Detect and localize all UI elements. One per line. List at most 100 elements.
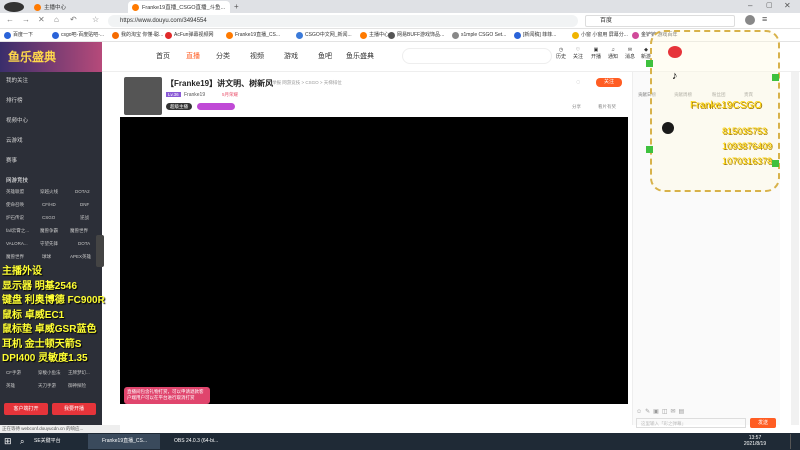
home-icon[interactable]: ⌂	[54, 15, 59, 24]
tab-creator-center[interactable]: 主播中心	[30, 1, 125, 13]
bookmark-item[interactable]: [新闻稿] 菲菲...	[514, 31, 556, 40]
profile-avatar[interactable]	[4, 2, 24, 12]
search-box[interactable]: 百度	[585, 15, 735, 27]
history-button[interactable]: ◷ 历史	[555, 47, 567, 60]
sidebar-section-title: 网游竞技	[6, 178, 29, 184]
nav-video[interactable]: 视频	[250, 51, 264, 61]
bookmark-item[interactable]: CSGO中文网_新闻...	[296, 31, 352, 40]
game-link[interactable]: 英雄	[6, 383, 15, 389]
undo-icon[interactable]: ↶	[70, 15, 77, 24]
sidebar-item-esports[interactable]: 赛事	[6, 156, 17, 164]
game-link[interactable]: DOTA2	[75, 189, 90, 194]
game-link[interactable]: 使命召唤	[6, 202, 24, 208]
streamer-avatar[interactable]	[124, 77, 162, 115]
taskbar-clock[interactable]: 13:57 2021/8/19	[740, 435, 770, 447]
windows-start-icon[interactable]: ⊞	[4, 436, 12, 447]
nav-live[interactable]: 直播	[186, 51, 200, 61]
sidebar-item-ranking[interactable]: 排行榜	[6, 96, 23, 104]
share-button[interactable]: 分享	[572, 104, 581, 110]
taskbar-app-browser[interactable]: Franke19直播_CS...	[88, 434, 160, 449]
game-link[interactable]: CSGO	[42, 215, 55, 220]
fan-badge-button[interactable]	[197, 103, 235, 110]
reward-button[interactable]: 看片有奖	[598, 104, 616, 110]
new-tab-icon[interactable]: +	[234, 2, 239, 11]
game-link[interactable]: 球球	[42, 254, 51, 260]
bookmark-item[interactable]: 网易BUFF游戏饰品...	[388, 31, 444, 40]
bookmark-item[interactable]: AcFun弹幕视频网	[165, 31, 213, 40]
nav-fishbar[interactable]: 鱼吧	[318, 51, 332, 61]
overlay-line: 主播外设	[2, 266, 42, 277]
reload-icon[interactable]: ✕	[38, 15, 45, 24]
nav-category[interactable]: 分类	[216, 51, 230, 61]
status-bar: 正在等待 webconf.douyucdn.cn 的响应...	[0, 425, 120, 433]
taskbar-app-obs[interactable]: OBS 24.0.3 (64-bi...	[164, 434, 234, 449]
game-link[interactable]: VALORA...	[6, 241, 28, 246]
nav-festival[interactable]: 鱼乐盛典	[346, 51, 374, 61]
bookmark-item[interactable]: s1mple CSGO Set...	[452, 31, 506, 40]
share-dropdown-icon[interactable]: ◌	[576, 79, 580, 86]
sidebar-item-video[interactable]: 视频中心	[6, 116, 28, 124]
streamer-name[interactable]: Franke19	[184, 92, 205, 98]
forward-icon[interactable]: →	[22, 15, 30, 24]
scrollbar[interactable]	[791, 72, 799, 425]
game-link[interactable]: 炉石传说	[6, 215, 24, 221]
game-link[interactable]: DNF	[80, 202, 89, 207]
chat-toolbar-icons[interactable]: ☺✎▣◫✉▤	[636, 408, 687, 415]
show-desktop-button[interactable]	[790, 434, 800, 449]
bookmark-item[interactable]: csgo吧-百度贴吧-...	[52, 31, 104, 40]
video-player[interactable]	[120, 117, 628, 404]
game-link[interactable]: CF/HD	[42, 202, 56, 207]
vip-badge[interactable]: 超级主播	[166, 103, 192, 110]
bookmark-item[interactable]: 小窗 小窗用 屏幕分...	[572, 31, 628, 40]
qq-group-2: 1093876409	[722, 141, 773, 151]
sidebar-collapse-handle[interactable]	[96, 235, 104, 267]
star-icon[interactable]: ☆	[92, 15, 99, 24]
menu-icon[interactable]: ≡	[762, 14, 767, 24]
send-button[interactable]: 发送	[750, 418, 776, 428]
game-link[interactable]: CF手游	[6, 370, 21, 376]
refund-notice[interactable]: 直播间包含礼物打赏，可以申请退款客户端用户可以在平台进行取消打赏	[124, 387, 210, 404]
close-icon[interactable]: ✕	[784, 1, 791, 10]
broadcast-button[interactable]: ▣ 开播	[590, 47, 602, 60]
bookmark-item[interactable]: 我的淘宝 你懂-聪...	[112, 31, 163, 40]
start-broadcast-button[interactable]: 我要开播	[52, 403, 96, 415]
bookmark-item[interactable]: 百度一下	[4, 31, 33, 40]
room-title: 【Franke19】讲文明、树新风	[166, 79, 274, 88]
game-link[interactable]: fall云霄之...	[6, 228, 29, 234]
notify-button[interactable]: ♫ 通知	[607, 47, 619, 60]
open-client-button[interactable]: 客户端打开	[4, 403, 48, 415]
back-icon[interactable]: ←	[6, 15, 14, 24]
game-link[interactable]: APEX英雄	[70, 254, 91, 260]
game-link[interactable]: 天刀手游	[38, 383, 56, 389]
follow-nav-button[interactable]: ♡ 关注	[572, 47, 584, 60]
game-link[interactable]: 魔兽世界	[6, 254, 24, 260]
game-link[interactable]: 穿梭小鱼法	[38, 370, 61, 376]
game-link[interactable]: 穿越火线	[40, 189, 58, 195]
user-icon[interactable]	[745, 15, 755, 25]
chat-input[interactable]: 这里输入「彩之弹幕」	[636, 418, 746, 428]
game-link[interactable]: 魔兽世界	[70, 228, 88, 234]
game-link[interactable]: 逆战	[80, 215, 89, 221]
game-link[interactable]: 英雄联盟	[6, 189, 24, 195]
follow-button[interactable]: 关注	[596, 78, 622, 87]
game-link[interactable]: 守望先锋	[40, 241, 58, 247]
game-link[interactable]: 王牌梦幻...	[68, 370, 90, 376]
site-search-input[interactable]	[402, 48, 552, 64]
game-link[interactable]: 魔兽争霸	[40, 228, 58, 234]
site-logo[interactable]: 鱼乐盛典	[0, 42, 102, 72]
maximize-icon[interactable]: ▢	[766, 1, 773, 9]
breadcrumb[interactable]: 举报 网游竞技 > CSGO > 天梯排位	[272, 80, 342, 86]
bookmark-item[interactable]: Franke19直播_CS...	[226, 31, 280, 40]
taskbar-app[interactable]: SE关键平台	[24, 434, 86, 449]
nav-home[interactable]: 首页	[156, 51, 170, 61]
nav-games[interactable]: 游戏	[284, 51, 298, 61]
minimize-icon[interactable]: –	[748, 1, 752, 10]
url-field[interactable]: https://www.douyu.com/3494554	[108, 15, 578, 27]
message-button[interactable]: ✉ 消息	[624, 47, 636, 60]
sidebar-item-following[interactable]: 我的关注	[6, 76, 28, 84]
bookmark-item[interactable]: 主播中心	[360, 31, 389, 40]
game-link[interactable]: DOTA	[78, 241, 90, 246]
tab-stream[interactable]: Franke19直播_CSGO直播_斗鱼...	[128, 1, 230, 13]
sidebar-item-cloudgame[interactable]: 云游戏	[6, 136, 23, 144]
game-link[interactable]: 御神探险	[68, 383, 86, 389]
